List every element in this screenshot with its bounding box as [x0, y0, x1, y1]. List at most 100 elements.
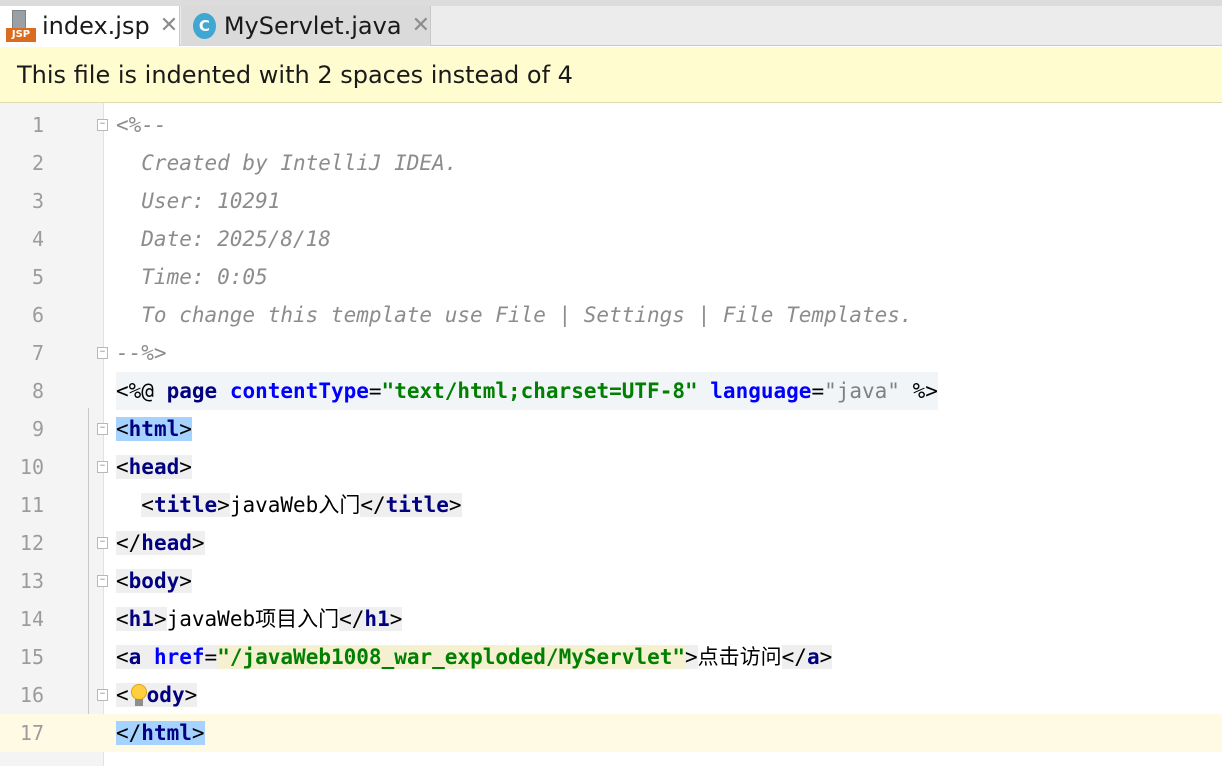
attr-value: "java"	[824, 379, 900, 403]
tag-name: head	[141, 531, 192, 555]
code-line[interactable]: 14 <h1>javaWeb项目入门</h1>	[0, 600, 1222, 638]
line-number: 16	[19, 683, 44, 707]
bracket: >	[685, 645, 698, 669]
fold-collapse-icon[interactable]: −	[97, 423, 108, 435]
comment-text: Time: 0:05	[116, 265, 268, 289]
tag-name: ody	[146, 683, 185, 707]
fold-end-icon[interactable]: −	[97, 347, 108, 359]
indent-notification-bar: This file is indented with 2 spaces inst…	[0, 47, 1222, 103]
line-number: 15	[19, 645, 44, 669]
bracket: </	[339, 607, 365, 631]
directive-close: %>	[899, 379, 938, 403]
equals: =	[204, 645, 218, 669]
bracket: </	[781, 645, 807, 669]
code-line[interactable]: 3 User: 10291	[0, 182, 1222, 220]
notification-text: This file is indented with 2 spaces inst…	[17, 61, 573, 89]
line-number: 13	[19, 569, 44, 593]
code-line[interactable]: 8 <%@ page contentType = "text/html;charse…	[0, 372, 1222, 410]
code-line[interactable]: 9 − <html>	[0, 410, 1222, 448]
line-number: 12	[19, 531, 44, 555]
code-line[interactable]: 12 − </head>	[0, 524, 1222, 562]
fold-end-icon[interactable]: −	[97, 689, 108, 701]
bracket: </	[116, 721, 142, 745]
line-number: 11	[19, 493, 44, 517]
bracket: <	[116, 569, 129, 593]
code-line[interactable]: 4 Date: 2025/8/18	[0, 220, 1222, 258]
code-line[interactable]: 11 <title>javaWeb入门</title>	[0, 486, 1222, 524]
bracket: >	[389, 607, 403, 631]
fold-collapse-icon[interactable]: −	[97, 575, 108, 587]
bracket: >	[191, 721, 205, 745]
h1-close-tag: </h1>	[339, 607, 403, 631]
link-text: 点击访问	[697, 645, 782, 669]
tag-name: body	[128, 569, 180, 593]
line-number: 6	[31, 303, 44, 327]
h1-open-tag: <h1>	[116, 607, 167, 631]
close-icon[interactable]: ✕	[412, 15, 430, 37]
line-number: 8	[31, 379, 44, 403]
tag-name: title	[385, 493, 449, 517]
bracket: >	[184, 683, 198, 707]
bracket: <	[116, 645, 129, 669]
line-number: 4	[31, 227, 44, 251]
line-number: 14	[19, 607, 44, 631]
fold-collapse-icon[interactable]: −	[97, 461, 108, 473]
text-content: javaWeb项目入门	[166, 607, 340, 631]
attr-name: contentType	[229, 379, 369, 403]
lightbulb-icon[interactable]	[129, 684, 149, 708]
bracket: >	[179, 569, 192, 593]
tab-myservlet-java[interactable]: C MyServlet.java ✕	[181, 6, 431, 46]
tag-name: h1	[364, 607, 390, 631]
tag-name: title	[153, 493, 218, 517]
bracket: >	[191, 531, 205, 555]
html-open-tag: <html>	[116, 417, 192, 441]
directive-open: <%@	[116, 379, 167, 403]
jsp-badge-text: JSP	[6, 28, 36, 42]
java-class-icon: C	[193, 13, 216, 39]
tab-label: index.jsp	[42, 12, 150, 40]
code-line[interactable]: 5 Time: 0:05	[0, 258, 1222, 296]
directive-name: page	[166, 379, 218, 403]
comment-text: To change this template use File | Setti…	[116, 303, 913, 327]
code-line[interactable]: 10 − <head>	[0, 448, 1222, 486]
comment-text: --%>	[116, 341, 167, 365]
bracket: >	[179, 417, 192, 441]
line-number: 7	[31, 341, 44, 365]
head-close-tag: </head>	[116, 531, 205, 555]
fold-collapse-icon[interactable]: −	[97, 119, 108, 131]
code-line-current[interactable]: 17 </html>	[0, 714, 1222, 752]
a-open-tag: <a href="/javaWeb1008_war_exploded/MySer…	[116, 645, 698, 669]
line-number: 3	[31, 189, 44, 213]
title-close-tag: </title>	[360, 493, 462, 517]
comment-text: <%--	[116, 113, 167, 137]
tag-name: html	[128, 417, 180, 441]
code-line[interactable]: 6 To change this template use File | Set…	[0, 296, 1222, 334]
code-line[interactable]: 16 − < ody>	[0, 676, 1222, 714]
head-open-tag: <head>	[116, 455, 192, 479]
bracket: >	[153, 607, 167, 631]
jsp-file-icon: JSP	[6, 10, 36, 42]
code-line[interactable]: 13 − <body>	[0, 562, 1222, 600]
code-line[interactable]: 7 − --%>	[0, 334, 1222, 372]
html-close-tag: </html>	[116, 721, 205, 745]
line-number: 2	[31, 151, 44, 175]
fold-end-icon[interactable]: −	[97, 537, 108, 549]
code-editor[interactable]: 1 − <%-- 2 Created by IntelliJ IDEA. 3 U…	[0, 103, 1222, 766]
editor-tab-bar: JSP index.jsp ✕ C MyServlet.java ✕	[0, 0, 1222, 46]
code-line[interactable]: 2 Created by IntelliJ IDEA.	[0, 144, 1222, 182]
code-line[interactable]: 15 <a href="/javaWeb1008_war_exploded/My…	[0, 638, 1222, 676]
href-value[interactable]: "/javaWeb1008_war_exploded/MyServlet"	[217, 645, 685, 669]
tag-name: a	[806, 645, 820, 669]
close-icon[interactable]: ✕	[160, 15, 178, 37]
equals: =	[811, 379, 825, 403]
bracket: </	[116, 531, 142, 555]
tab-index-jsp[interactable]: JSP index.jsp ✕	[0, 6, 180, 46]
code-line[interactable]: 1 − <%--	[0, 106, 1222, 144]
comment-text: Date: 2025/8/18	[116, 227, 331, 251]
line-number: 1	[31, 113, 44, 137]
attr-value: "text/html;charset=UTF-8"	[381, 379, 698, 403]
line-number: 5	[31, 265, 44, 289]
